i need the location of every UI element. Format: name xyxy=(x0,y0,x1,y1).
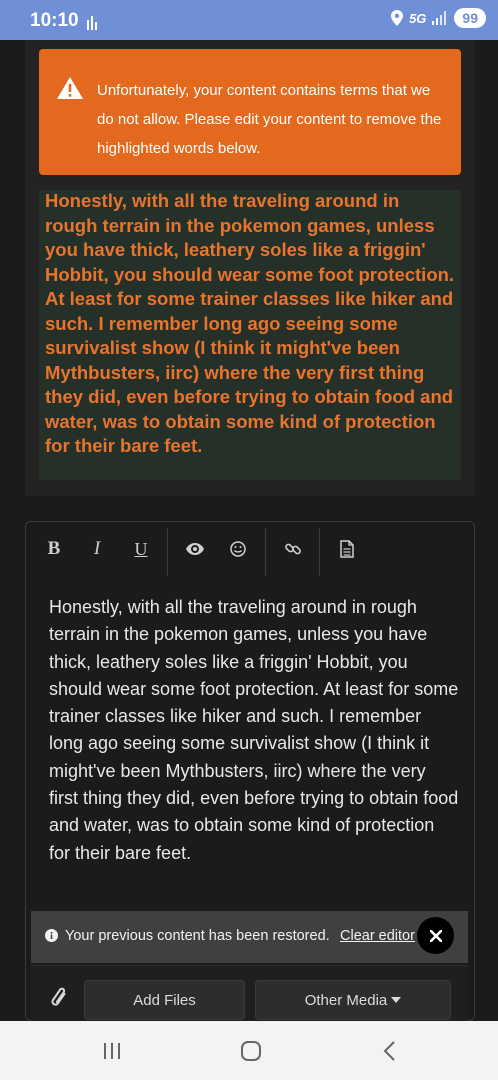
home-icon xyxy=(241,1041,261,1061)
link-button[interactable] xyxy=(278,534,308,564)
info-icon xyxy=(45,929,58,947)
document-button[interactable] xyxy=(332,534,362,564)
caret-down-icon xyxy=(391,997,402,1003)
close-icon xyxy=(429,929,442,942)
restored-notice: Your previous content has been restored.… xyxy=(31,911,468,963)
activity-icon xyxy=(87,12,99,35)
other-media-button[interactable]: Other Media xyxy=(255,980,451,1020)
italic-button[interactable]: I xyxy=(82,534,112,564)
toolbar-divider xyxy=(319,528,320,576)
bold-button[interactable]: B xyxy=(39,534,69,564)
network-label: 5G xyxy=(409,10,427,26)
status-time: 10:10 xyxy=(30,10,79,31)
close-notice-button[interactable] xyxy=(417,917,454,954)
restored-message: Your previous content has been restored. xyxy=(65,928,330,944)
recent-apps-button[interactable] xyxy=(97,1039,127,1063)
signal-icon xyxy=(432,11,447,25)
attachment-bar: Add Files Other Media xyxy=(31,965,468,1021)
toolbar-divider xyxy=(167,528,168,576)
system-nav-bar xyxy=(0,1021,498,1080)
preview-eye-button[interactable] xyxy=(180,534,210,564)
underline-button[interactable]: U xyxy=(126,534,156,564)
highlighted-preview: Honestly, with all the traveling around … xyxy=(39,190,461,480)
eye-icon xyxy=(186,543,204,555)
highlighted-text: Honestly, with all the traveling around … xyxy=(45,190,455,456)
clear-editor-link[interactable]: Clear editor xyxy=(340,928,415,944)
smiley-icon xyxy=(230,541,246,557)
recent-apps-icon xyxy=(104,1043,120,1059)
back-icon xyxy=(383,1041,395,1061)
link-icon xyxy=(285,543,301,555)
location-icon xyxy=(391,10,404,26)
battery-indicator: 99 xyxy=(454,8,486,28)
other-media-label: Other Media xyxy=(304,991,388,1009)
document-icon xyxy=(340,540,354,558)
home-button[interactable] xyxy=(236,1039,266,1063)
paperclip-icon[interactable] xyxy=(45,984,71,1015)
warning-message: Unfortunately, your content contains ter… xyxy=(97,82,442,157)
editor-toolbar: B I U xyxy=(26,522,474,578)
moderation-panel: Unfortunately, your content contains ter… xyxy=(25,40,475,496)
add-files-button[interactable]: Add Files xyxy=(84,980,245,1020)
warning-triangle-icon xyxy=(57,77,83,104)
back-button[interactable] xyxy=(375,1039,405,1063)
editor-content[interactable]: Honestly, with all the traveling around … xyxy=(49,594,459,867)
status-bar: 10:10 5G 99 xyxy=(0,0,498,40)
status-icons: 5G 99 xyxy=(391,8,486,28)
emoji-button[interactable] xyxy=(223,534,253,564)
toolbar-divider xyxy=(265,528,266,576)
warning-banner: Unfortunately, your content contains ter… xyxy=(39,49,461,175)
